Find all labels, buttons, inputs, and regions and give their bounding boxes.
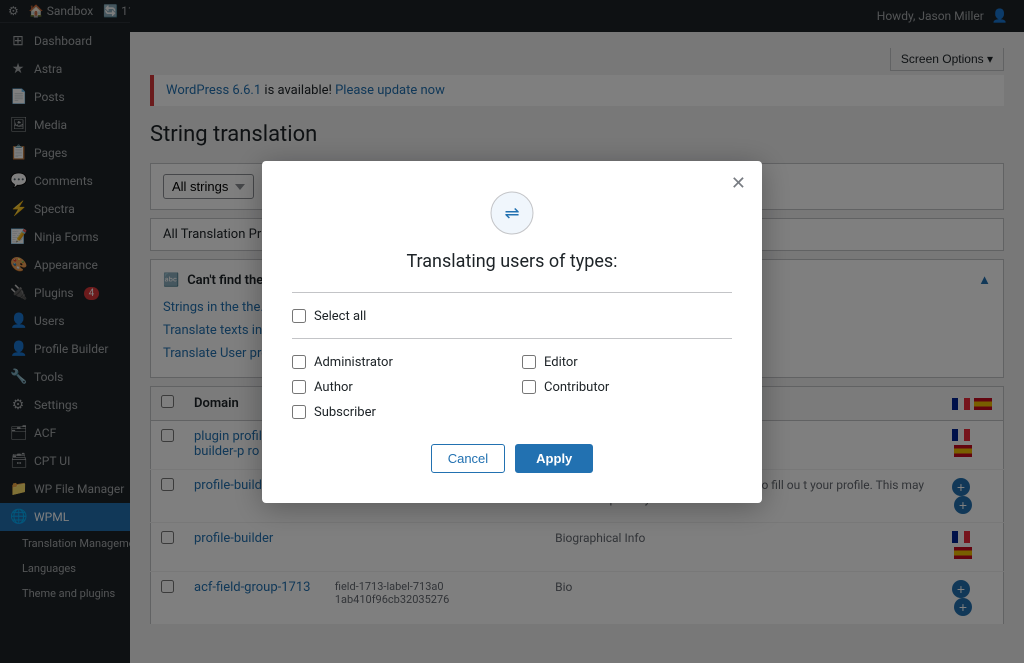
checkbox-item-administrator: Administrator: [292, 355, 502, 370]
subscriber-checkbox[interactable]: [292, 405, 306, 419]
checkbox-item-editor: Editor: [522, 355, 732, 370]
editor-label[interactable]: Editor: [544, 355, 578, 370]
select-all-row: Select all: [292, 309, 732, 324]
modal-title: Translating users of types:: [292, 251, 732, 272]
checkbox-item-author: Author: [292, 380, 502, 395]
modal-overlay: ✕ ⇌ Translating users of types: Select a…: [0, 0, 1024, 663]
author-checkbox[interactable]: [292, 380, 306, 394]
cancel-button[interactable]: Cancel: [431, 444, 505, 473]
administrator-checkbox[interactable]: [292, 355, 306, 369]
modal-actions: Cancel Apply: [292, 444, 732, 473]
user-types-grid: Administrator Editor Author Contributor …: [292, 355, 732, 420]
apply-button[interactable]: Apply: [515, 444, 593, 473]
checkbox-item-subscriber: Subscriber: [292, 405, 502, 420]
modal-icon-area: ⇌: [292, 191, 732, 239]
modal-divider-2: [292, 338, 732, 339]
select-all-checkbox[interactable]: [292, 309, 306, 323]
svg-text:⇌: ⇌: [504, 203, 519, 224]
editor-checkbox[interactable]: [522, 355, 536, 369]
author-label[interactable]: Author: [314, 380, 353, 395]
select-all-label[interactable]: Select all: [314, 309, 366, 324]
modal-divider: [292, 292, 732, 293]
contributor-label[interactable]: Contributor: [544, 380, 609, 395]
checkbox-item-contributor: Contributor: [522, 380, 732, 395]
translate-users-modal: ✕ ⇌ Translating users of types: Select a…: [262, 161, 762, 503]
administrator-label[interactable]: Administrator: [314, 355, 393, 370]
contributor-checkbox[interactable]: [522, 380, 536, 394]
translate-users-icon: ⇌: [490, 191, 534, 235]
modal-close-button[interactable]: ✕: [731, 173, 746, 194]
subscriber-label[interactable]: Subscriber: [314, 405, 376, 420]
